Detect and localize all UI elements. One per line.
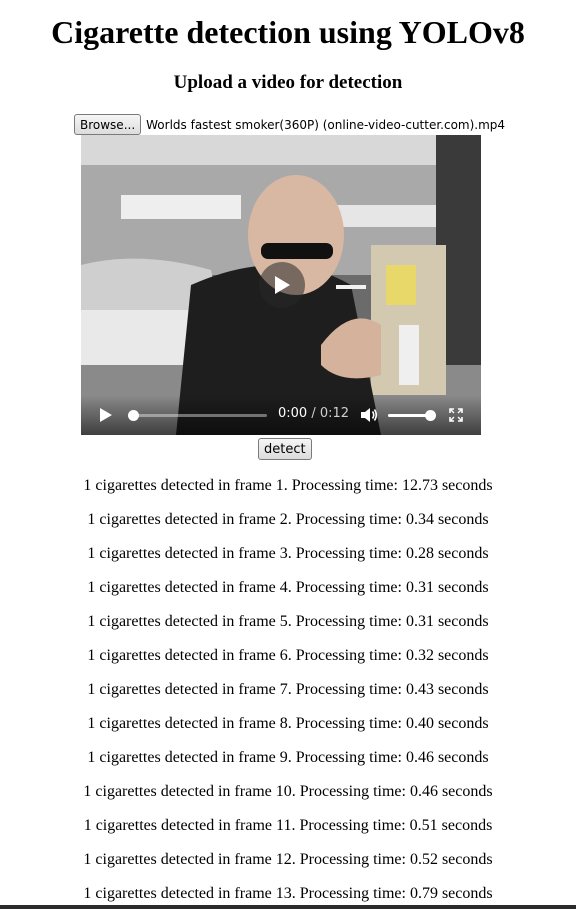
- play-overlay-button[interactable]: [259, 262, 305, 308]
- browse-button[interactable]: Browse...: [74, 114, 142, 135]
- current-time: 0:00: [278, 406, 308, 421]
- file-upload[interactable]: Browse... Worlds fastest smoker(360P) (o…: [74, 114, 505, 135]
- page-subtitle: Upload a video for detection: [173, 72, 403, 93]
- result-line: 1 cigarettes detected in frame 1. Proces…: [83, 477, 493, 494]
- volume-slider-fill: [388, 414, 430, 417]
- seek-bar-thumb[interactable]: [128, 410, 139, 421]
- result-line: 1 cigarettes detected in frame 10. Proce…: [83, 783, 493, 800]
- result-line: 1 cigarettes detected in frame 7. Proces…: [87, 681, 489, 698]
- result-line: 1 cigarettes detected in frame 5. Proces…: [87, 613, 489, 630]
- result-line: 1 cigarettes detected in frame 9. Proces…: [87, 749, 489, 766]
- total-time: / 0:12: [307, 406, 350, 421]
- volume-slider-thumb[interactable]: [425, 410, 436, 421]
- result-line: 1 cigarettes detected in frame 6. Proces…: [87, 647, 489, 664]
- result-line: 1 cigarettes detected in frame 11. Proce…: [83, 817, 493, 834]
- result-line: 1 cigarettes detected in frame 8. Proces…: [87, 715, 489, 732]
- volume-icon: [361, 408, 378, 422]
- fullscreen-button[interactable]: [448, 407, 464, 423]
- mute-button[interactable]: [360, 406, 378, 424]
- video-player[interactable]: 0:00 / 0:12: [81, 135, 481, 435]
- play-button[interactable]: [97, 406, 115, 424]
- result-line: 1 cigarettes detected in frame 12. Proce…: [83, 851, 493, 868]
- seek-bar[interactable]: [128, 410, 267, 421]
- detect-button[interactable]: detect: [258, 438, 312, 460]
- fullscreen-icon: [449, 408, 463, 422]
- result-line: 1 cigarettes detected in frame 3. Proces…: [87, 545, 489, 562]
- page-title: Cigarette detection using YOLOv8: [51, 14, 525, 50]
- result-line: 1 cigarettes detected in frame 2. Proces…: [87, 511, 489, 528]
- play-icon: [100, 408, 112, 422]
- volume-slider[interactable]: [388, 410, 436, 421]
- selected-file-name: Worlds fastest smoker(360P) (online-vide…: [146, 117, 506, 132]
- time-display: 0:00 / 0:12: [278, 406, 349, 421]
- window-bottom-border: [0, 905, 576, 909]
- video-controls: 0:00 / 0:12: [81, 395, 481, 435]
- play-overlay-icon: [275, 276, 290, 294]
- result-line: 1 cigarettes detected in frame 4. Proces…: [87, 579, 489, 596]
- detection-results: 1 cigarettes detected in frame 1. Proces…: [0, 476, 576, 909]
